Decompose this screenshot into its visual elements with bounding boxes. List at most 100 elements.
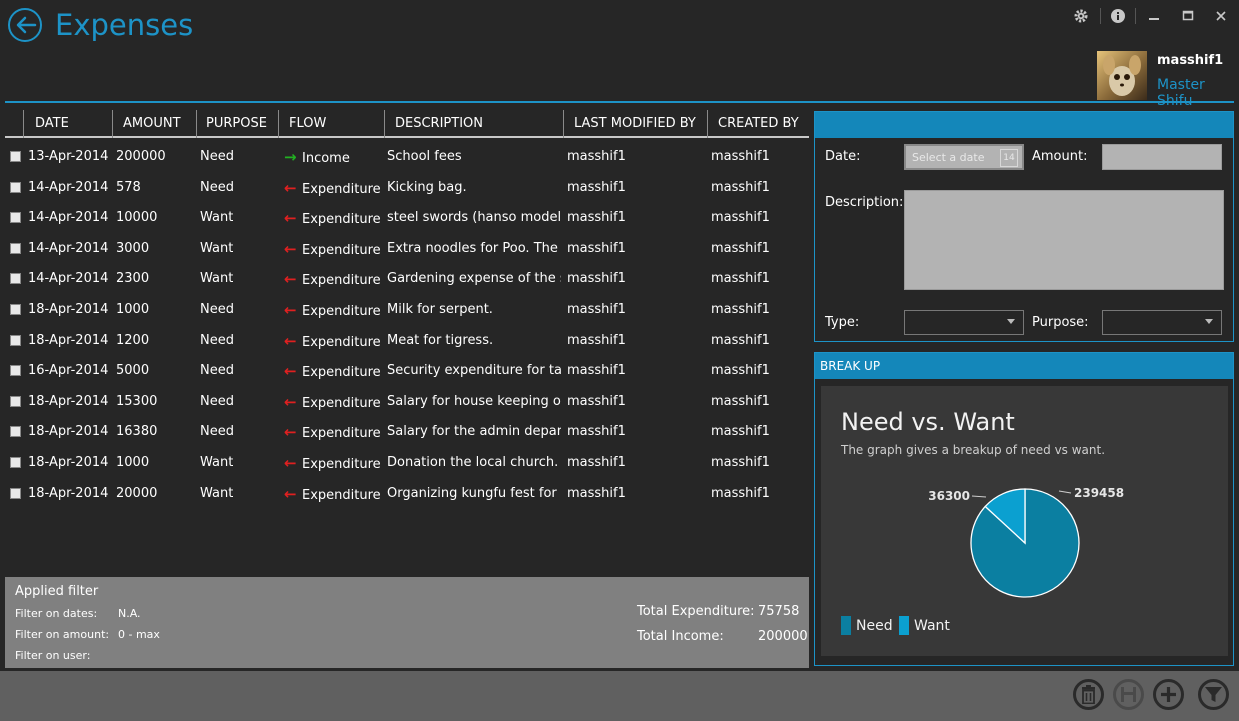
flow-label: Expenditure [302, 304, 381, 319]
table-row[interactable]: 16-Apr-2014 5000 Need Security expenditure … [5, 356, 809, 386]
user-full-name[interactable]: Master Shifu [1157, 77, 1239, 109]
flow-label: Expenditure [302, 334, 381, 350]
filter-button[interactable] [1198, 679, 1229, 710]
cell-flow: ← Expenditure [284, 234, 381, 266]
cell-flow: ← Expenditure [284, 295, 381, 327]
column-header-amount[interactable]: AMOUNT [112, 110, 196, 138]
row-checkbox[interactable] [10, 395, 21, 407]
table-row[interactable]: 18-Apr-2014 16380 Need Salary for the admin… [5, 417, 809, 447]
cell-description: Security expenditure for tai l [387, 363, 561, 379]
breakup-header: BREAK UP [815, 353, 1233, 379]
filter-amount-label: Filter on amount: [15, 628, 110, 641]
cell-date: 18-Apr-2014 [28, 332, 109, 348]
total-expenditure-value: 75758 [758, 604, 800, 619]
table-row[interactable]: 18-Apr-2014 1200 Need Meat for tigress. mass… [5, 326, 809, 356]
row-checkbox[interactable] [10, 457, 21, 468]
cell-date: 14-Apr-2014 [28, 240, 109, 256]
header-divider [5, 101, 1234, 103]
cell-description: Salary for the admin departr [387, 424, 561, 440]
close-icon[interactable] [1210, 6, 1232, 26]
calendar-icon[interactable]: 14 [1000, 149, 1018, 167]
gear-icon[interactable] [1070, 6, 1092, 26]
cell-created-by: masshif1 [711, 179, 770, 195]
date-picker[interactable]: Select a date 14 [904, 144, 1024, 170]
back-arrow-icon [16, 16, 37, 34]
back-button[interactable] [8, 8, 42, 42]
minimize-icon[interactable] [1143, 6, 1165, 26]
expenditure-arrow-icon: ← [284, 454, 297, 472]
cell-created-by: masshif1 [711, 149, 770, 164]
column-header-purpose[interactable]: PURPOSE [196, 110, 278, 138]
column-header-last-modified-by[interactable]: LAST MODIFIED BY [563, 110, 707, 138]
type-label: Type: [825, 315, 860, 330]
row-checkbox[interactable] [10, 273, 21, 285]
cell-created-by: masshif1 [711, 393, 770, 409]
flow-label: Expenditure [302, 395, 381, 411]
save-button[interactable] [1113, 679, 1144, 710]
info-icon[interactable] [1107, 6, 1129, 26]
table-row[interactable]: 14-Apr-2014 2300 Want Gardening expense of … [5, 264, 809, 294]
row-checkbox[interactable] [10, 181, 21, 193]
table-row[interactable]: 14-Apr-2014 10000 Want steel swords (hanso … [5, 203, 809, 233]
cell-created-by: masshif1 [711, 424, 770, 440]
cell-last-modified-by: masshif1 [567, 485, 626, 501]
cell-amount: 5000 [116, 363, 150, 379]
table-row[interactable]: 13-Apr-2014 200000 Need School fees masshif1… [5, 142, 809, 172]
table-row[interactable]: 18-Apr-2014 1000 Need Milk for serpent. mass… [5, 295, 809, 325]
column-header-flow[interactable]: FLOW [278, 110, 384, 138]
cell-purpose: Need [200, 332, 234, 348]
table-row[interactable]: 14-Apr-2014 578 Need Kicking bag. masshif1 ma… [5, 173, 809, 203]
row-checkbox[interactable] [10, 365, 21, 377]
flow-label: Expenditure [302, 426, 381, 442]
expenditure-arrow-icon: ← [284, 484, 297, 503]
row-checkbox[interactable] [10, 151, 21, 162]
cell-amount: 15300 [116, 393, 158, 409]
delete-button[interactable] [1073, 679, 1104, 710]
description-input[interactable] [904, 190, 1224, 290]
row-checkbox[interactable] [10, 242, 21, 254]
table-row[interactable]: 18-Apr-2014 1000 Want Donation the local ch… [5, 448, 809, 478]
expenditure-arrow-icon: ← [284, 331, 297, 350]
table-row[interactable]: 18-Apr-2014 20000 Want Organizing kungfu fe… [5, 479, 809, 509]
cell-date: 14-Apr-2014 [28, 210, 109, 226]
cell-description: Salary for house keeping of [387, 393, 561, 409]
add-button[interactable] [1153, 679, 1184, 710]
cell-last-modified-by: masshif1 [567, 424, 626, 440]
row-checkbox[interactable] [10, 304, 21, 315]
cell-created-by: masshif1 [711, 485, 770, 501]
save-icon [1121, 687, 1136, 702]
flow-label: Expenditure [302, 242, 381, 258]
column-header-description[interactable]: DESCRIPTION [384, 110, 563, 138]
legend-label-want: Want [914, 618, 950, 634]
cell-flow: ← Expenditure [284, 264, 381, 296]
type-dropdown[interactable] [904, 310, 1024, 335]
purpose-dropdown[interactable] [1102, 310, 1222, 335]
column-header-created-by[interactable]: CREATED BY [707, 110, 809, 138]
flow-label: Income [302, 151, 350, 166]
cell-flow: ← Expenditure [284, 356, 381, 388]
row-checkbox[interactable] [10, 212, 21, 224]
filter-user-label: Filter on user: [15, 649, 91, 662]
maximize-icon[interactable] [1177, 6, 1199, 26]
cell-last-modified-by: masshif1 [567, 393, 626, 409]
table-row[interactable]: 14-Apr-2014 3000 Want Extra noodles for Poo… [5, 234, 809, 264]
cell-created-by: masshif1 [711, 271, 770, 287]
cell-purpose: Want [200, 455, 234, 470]
total-expenditure-label: Total Expenditure: [637, 604, 755, 619]
cell-purpose: Need [200, 149, 234, 164]
row-checkbox[interactable] [10, 426, 21, 438]
leader-line-want [971, 495, 987, 498]
table-row[interactable]: 18-Apr-2014 15300 Need Salary for house kee… [5, 387, 809, 417]
flow-label: Expenditure [302, 457, 381, 472]
filter-dates-label: Filter on dates: [15, 607, 98, 620]
row-checkbox[interactable] [10, 334, 21, 346]
flow-label: Expenditure [302, 365, 381, 381]
cell-purpose: Want [200, 240, 234, 256]
page-title: Expenses [55, 8, 194, 42]
amount-input[interactable] [1102, 144, 1222, 170]
cell-last-modified-by: masshif1 [567, 210, 626, 226]
row-checkbox[interactable] [10, 487, 21, 499]
cell-flow: ← Expenditure [284, 417, 381, 449]
data-label-need: 239458 [1074, 486, 1124, 500]
column-header-date[interactable]: DATE [23, 110, 112, 138]
